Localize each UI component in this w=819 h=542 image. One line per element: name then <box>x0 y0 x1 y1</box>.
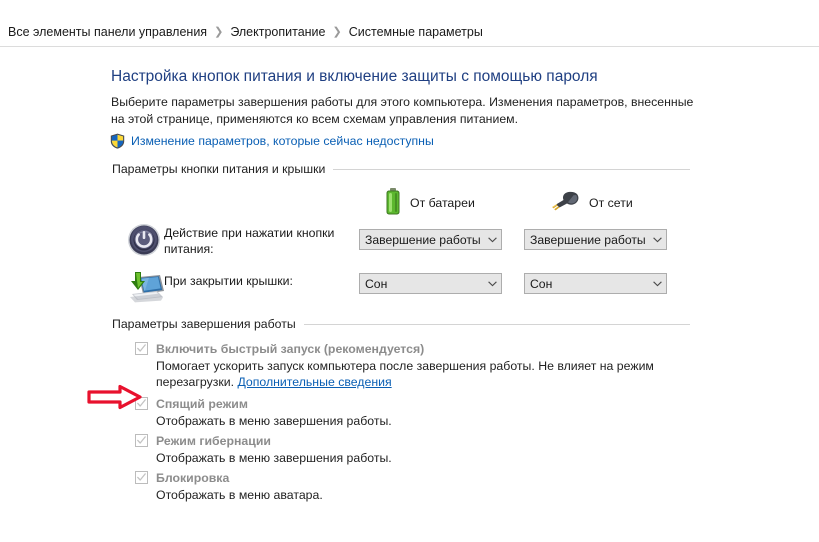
hibernate-description: Отображать в меню завершения работы. <box>156 451 392 465</box>
power-source-battery: От батареи <box>385 187 475 219</box>
breadcrumb-bar: Все элементы панели управления ❯ Электро… <box>0 0 819 47</box>
lid-close-battery-value: Сон <box>365 276 388 291</box>
more-info-link[interactable]: Дополнительные сведения <box>237 375 391 389</box>
breadcrumb-separator-icon: ❯ <box>332 26 342 38</box>
uac-shield-icon <box>110 133 125 149</box>
lock-description: Отображать в меню аватара. <box>156 488 323 502</box>
setting-row-power-button: Действие при нажатии кнопки питания: Зав… <box>112 223 692 261</box>
uac-change-settings-row[interactable]: Изменение параметров, которые сейчас нед… <box>110 133 434 149</box>
power-plug-icon <box>550 191 580 216</box>
power-button-lid-group: Параметры кнопки питания и крышки От бат… <box>112 161 690 303</box>
power-source-ac-label: От сети <box>589 196 633 210</box>
power-button-ac-dropdown[interactable]: Завершение работы <box>524 229 667 250</box>
setting-row-lid-close: При закрытии крышки: Сон Сон <box>112 271 692 305</box>
sleep-description: Отображать в меню завершения работы. <box>156 414 392 428</box>
lid-close-ac-value: Сон <box>530 276 553 291</box>
power-button-battery-dropdown[interactable]: Завершение работы <box>359 229 502 250</box>
breadcrumb-separator-icon: ❯ <box>214 26 224 38</box>
hibernate-label: Режим гибернации <box>156 434 271 448</box>
power-button-battery-value: Завершение работы <box>365 232 481 247</box>
group-legend-row: Параметры завершения работы <box>112 316 690 332</box>
battery-icon <box>385 187 401 219</box>
sleep-checkbox[interactable] <box>135 397 148 410</box>
fast-startup-checkbox[interactable] <box>135 342 148 355</box>
fast-startup-description-text: Помогает ускорить запуск компьютера посл… <box>156 359 654 389</box>
power-source-header-row: От батареи От сети <box>112 187 692 219</box>
lid-close-ac-dropdown[interactable]: Сон <box>524 273 667 294</box>
lid-close-action-label: При закрытии крышки: <box>164 274 293 288</box>
chevron-down-icon <box>648 280 666 287</box>
hibernate-checkbox[interactable] <box>135 434 148 447</box>
breadcrumb: Все элементы панели управления ❯ Электро… <box>8 24 483 40</box>
group-legend-row: Параметры кнопки питания и крышки <box>112 161 690 177</box>
group-divider-rule <box>303 323 690 325</box>
power-button-action-label: Действие при нажатии кнопки питания: <box>164 226 335 256</box>
fast-startup-label: Включить быстрый запуск (рекомендуется) <box>156 342 425 356</box>
power-source-ac: От сети <box>550 187 633 219</box>
fast-startup-description: Помогает ускорить запуск компьютера посл… <box>156 358 656 390</box>
shutdown-settings-group: Параметры завершения работы Включить быс… <box>112 316 690 502</box>
lock-checkbox[interactable] <box>135 471 148 484</box>
lid-close-battery-dropdown[interactable]: Сон <box>359 273 502 294</box>
page-description: Выберите параметры завершения работы для… <box>111 95 694 126</box>
power-button-lid-group-legend: Параметры кнопки питания и крышки <box>112 162 326 176</box>
page-content: Настройка кнопок питания и включение защ… <box>0 47 819 542</box>
chevron-down-icon <box>648 236 666 243</box>
chevron-down-icon <box>483 280 501 287</box>
chevron-down-icon <box>483 236 501 243</box>
power-button-ac-value: Завершение работы <box>530 232 646 247</box>
page-title: Настройка кнопок питания и включение защ… <box>111 68 598 85</box>
lock-label: Блокировка <box>156 471 230 485</box>
laptop-lid-icon <box>127 271 165 306</box>
power-source-battery-label: От батареи <box>410 196 475 210</box>
breadcrumb-item-all-control-panel-items[interactable]: Все элементы панели управления <box>8 24 207 40</box>
breadcrumb-item-power-options[interactable]: Электропитание <box>230 24 325 40</box>
uac-change-settings-link[interactable]: Изменение параметров, которые сейчас нед… <box>131 133 434 149</box>
group-divider-rule <box>333 168 690 170</box>
sleep-label: Спящий режим <box>156 397 248 411</box>
power-button-icon <box>127 223 161 260</box>
shutdown-settings-group-legend: Параметры завершения работы <box>112 317 296 331</box>
breadcrumb-item-system-settings[interactable]: Системные параметры <box>349 24 483 40</box>
